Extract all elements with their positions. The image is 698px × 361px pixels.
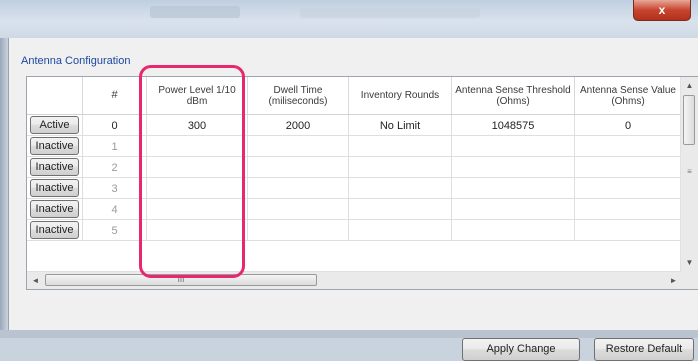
antenna-state-button[interactable]: Inactive [30,158,79,176]
threshold-cell[interactable] [452,178,575,199]
section-title: Antenna Configuration [21,55,131,67]
scroll-left-icon[interactable]: ◄ [27,272,44,289]
table-row: Inactive 2 [27,157,682,178]
rounds-cell[interactable] [349,220,452,241]
dwell-cell[interactable] [248,136,349,157]
power-cell[interactable] [147,136,248,157]
column-header-state[interactable] [27,77,83,115]
value-cell[interactable]: 0 [575,115,682,136]
antenna-state-button[interactable]: Inactive [30,137,79,155]
threshold-cell[interactable] [452,220,575,241]
num-cell: 1 [83,136,147,157]
value-cell[interactable] [575,136,682,157]
power-cell[interactable]: 300 [147,115,248,136]
dwell-cell[interactable]: 2000 [248,115,349,136]
restore-default-button[interactable]: Restore Default [594,338,694,361]
antenna-state-button[interactable]: Active [30,116,79,134]
antenna-state-button[interactable]: Inactive [30,200,79,218]
column-header-value[interactable]: Antenna Sense Value (Ohms) [575,77,682,115]
value-cell[interactable] [575,178,682,199]
dwell-cell[interactable] [248,178,349,199]
rounds-cell[interactable] [349,136,452,157]
num-cell: 3 [83,178,147,199]
column-header-num[interactable]: # [83,77,147,115]
horizontal-scrollbar[interactable]: ◄ III ► [27,271,682,289]
state-cell: Inactive [27,178,83,199]
antenna-dialog: Antenna Configuration # Power Level 1/10 … [8,38,698,361]
rounds-cell[interactable] [349,157,452,178]
horizontal-scroll-thumb[interactable]: III [45,274,317,286]
table-row: Inactive 1 [27,136,682,157]
power-cell[interactable] [147,178,248,199]
apply-change-button[interactable]: Apply Change [462,338,580,361]
vertical-scroll-thumb[interactable] [683,95,695,145]
table-row: Active 0 300 2000 No Limit 1048575 0 [27,115,682,136]
dwell-cell[interactable] [248,199,349,220]
threshold-cell[interactable]: 1048575 [452,115,575,136]
power-cell[interactable] [147,199,248,220]
scroll-corner [681,272,698,289]
value-cell[interactable] [575,199,682,220]
column-header-dwell[interactable]: Dwell Time (miliseconds) [248,77,349,115]
table-row: Inactive 4 [27,199,682,220]
value-cell[interactable] [575,157,682,178]
column-header-power[interactable]: Power Level 1/10 dBm [147,77,248,115]
num-cell: 4 [83,199,147,220]
scroll-right-icon[interactable]: ► [665,272,682,289]
antenna-state-button[interactable]: Inactive [30,221,79,239]
threshold-cell[interactable] [452,136,575,157]
window-titlebar: x [0,0,698,38]
state-cell: Inactive [27,136,83,157]
num-cell: 5 [83,220,147,241]
threshold-cell[interactable] [452,157,575,178]
dwell-cell[interactable] [248,157,349,178]
scroll-down-icon[interactable]: ▼ [681,254,698,271]
power-cell[interactable] [147,157,248,178]
threshold-cell[interactable] [452,199,575,220]
num-cell: 2 [83,157,147,178]
state-cell: Inactive [27,199,83,220]
vertical-scrollbar[interactable]: ▲ ≡ ▼ [680,77,698,289]
antenna-grid: # Power Level 1/10 dBm Dwell Time (milisec… [26,76,698,290]
column-header-rounds[interactable]: Inventory Rounds [349,77,452,115]
table-row: Inactive 3 [27,178,682,199]
state-cell: Inactive [27,220,83,241]
title-blur [150,6,240,18]
power-cell[interactable] [147,220,248,241]
window-left-edge [0,38,8,338]
window-bottom-edge [0,330,698,338]
state-cell: Inactive [27,157,83,178]
dwell-cell[interactable] [248,220,349,241]
title-blur [300,8,480,18]
rounds-cell[interactable] [349,199,452,220]
state-cell: Active [27,115,83,136]
column-header-threshold[interactable]: Antenna Sense Threshold (Ohms) [452,77,575,115]
scroll-up-icon[interactable]: ▲ [681,77,698,94]
rounds-cell[interactable] [349,178,452,199]
antenna-state-button[interactable]: Inactive [30,179,79,197]
window-close-button[interactable]: x [633,0,691,21]
scroll-marker-icon: ≡ [687,167,692,176]
table-row: Inactive 5 [27,220,682,241]
rounds-cell[interactable]: No Limit [349,115,452,136]
num-cell: 0 [83,115,147,136]
value-cell[interactable] [575,220,682,241]
